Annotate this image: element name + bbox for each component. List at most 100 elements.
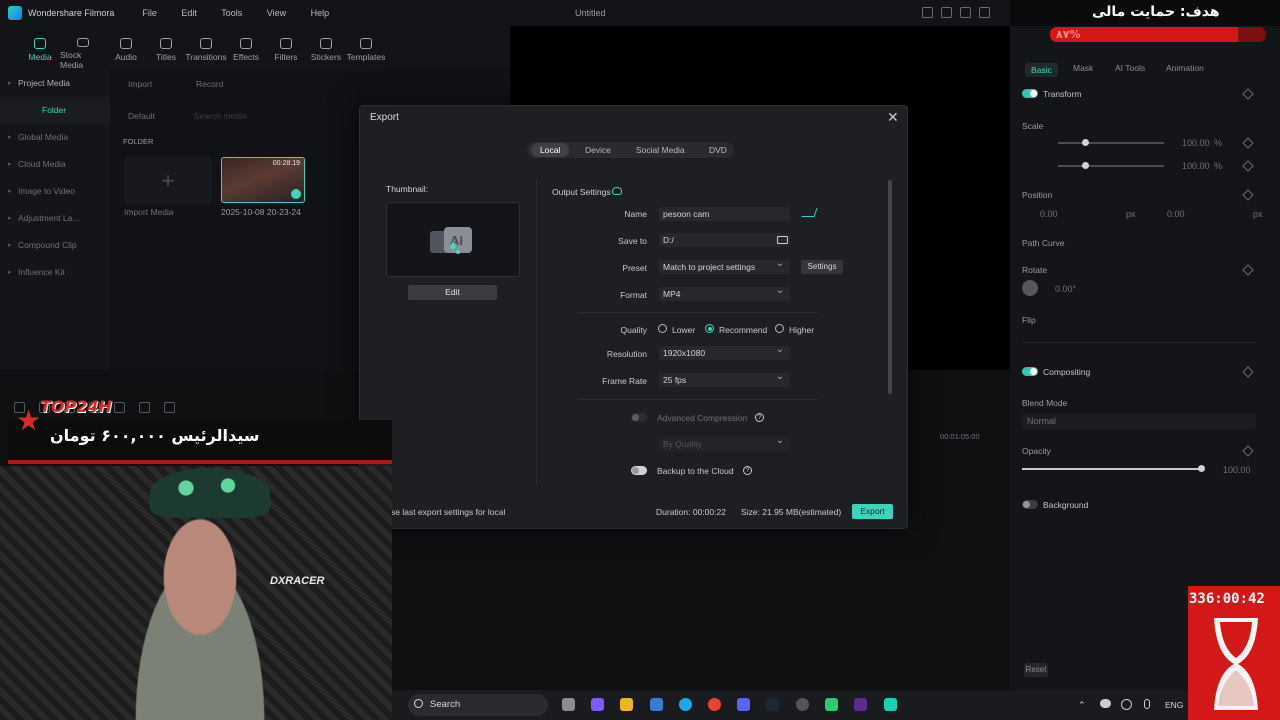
scale-x-slider[interactable] [1058, 142, 1164, 144]
import-media-tile[interactable]: + [124, 157, 212, 204]
tool-templates[interactable]: Templates [346, 26, 386, 70]
help-icon[interactable]: ? [743, 466, 752, 475]
import-button[interactable]: Import [128, 79, 152, 89]
tool-titles[interactable]: Titles [146, 26, 186, 70]
cloud-icon[interactable] [941, 7, 952, 18]
tool-stock-media[interactable]: Stock Media [60, 26, 106, 70]
tool-filters[interactable]: Filters [266, 26, 306, 70]
record-button[interactable]: Record [196, 79, 223, 89]
sidebar-item-global-media[interactable]: Global Media [0, 124, 110, 151]
frame-rate-dropdown[interactable]: 25 fps [659, 370, 790, 387]
scale-x-knob[interactable] [1082, 139, 1089, 146]
resolution-dropdown[interactable]: 1920x1080 [659, 343, 790, 360]
app-icon[interactable] [825, 698, 838, 711]
tab-local[interactable]: Local [531, 143, 570, 157]
folder-icon[interactable] [777, 236, 788, 244]
sidebar-item-cloud-media[interactable]: Cloud Media [0, 151, 110, 178]
position-y-value[interactable]: 0.00 [1167, 209, 1185, 219]
scale-y-knob[interactable] [1082, 162, 1089, 169]
discord-icon[interactable] [737, 698, 750, 711]
tab-basic[interactable]: Basic [1025, 63, 1058, 77]
filmora-taskbar-icon[interactable] [884, 698, 897, 711]
format-dropdown[interactable]: MP4 [659, 284, 790, 301]
flip-buttons[interactable] [1022, 329, 1256, 343]
tool-effects[interactable]: Effects [226, 26, 266, 70]
chevron-up-icon[interactable]: ⌃ [1078, 700, 1086, 711]
preset-settings-button[interactable]: Settings [801, 260, 843, 274]
blend-mode-dropdown[interactable]: Normal [1022, 414, 1256, 429]
taskbar-search[interactable] [408, 694, 548, 716]
menu-tools[interactable]: Tools [221, 8, 242, 18]
text-icon[interactable] [114, 401, 125, 413]
sidebar-item-influence-kit[interactable]: Influence Kit [0, 259, 110, 286]
save-icon[interactable] [979, 7, 990, 18]
edit-thumbnail-button[interactable]: Edit [408, 285, 497, 300]
tool-media[interactable]: Media [20, 26, 60, 70]
file-explorer-icon[interactable] [620, 698, 633, 711]
name-input[interactable]: pesoon cam [659, 207, 790, 221]
quality-higher-label[interactable]: Higher [789, 325, 814, 335]
opacity-knob[interactable] [1198, 465, 1205, 472]
store-icon[interactable] [650, 698, 663, 711]
chrome-icon[interactable] [708, 698, 721, 711]
rotate-value[interactable]: 0.00° [1055, 284, 1076, 294]
tab-device[interactable]: Device [585, 145, 611, 155]
tab-ai-tools[interactable]: AI Tools [1115, 63, 1145, 73]
tab-dvd[interactable]: DVD [709, 145, 727, 155]
send-icon[interactable] [922, 7, 933, 18]
task-view-icon[interactable] [562, 698, 575, 711]
cloud-tray-icon[interactable] [1100, 699, 1111, 708]
compositing-toggle[interactable] [1022, 367, 1038, 376]
mask-icon[interactable] [164, 401, 175, 413]
quality-recommend-radio[interactable] [705, 324, 714, 333]
menu-file[interactable]: File [142, 8, 157, 18]
quality-recommend-label[interactable]: Recommend [719, 325, 767, 335]
quality-higher-radio[interactable] [775, 324, 784, 333]
save-to-input[interactable]: D:/ [659, 233, 790, 247]
preset-dropdown[interactable]: Match to project settings [659, 257, 790, 274]
export-button[interactable]: Export [852, 504, 893, 519]
quality-lower-radio[interactable] [658, 324, 667, 333]
steam-icon[interactable] [766, 698, 779, 711]
scale-y-slider[interactable] [1058, 165, 1164, 167]
tab-mask[interactable]: Mask [1073, 63, 1093, 73]
sort-dropdown[interactable]: Default [128, 111, 155, 121]
tool-audio[interactable]: Audio [106, 26, 146, 70]
video-clip-thumbnail[interactable]: 00:28:19 [221, 157, 305, 203]
tool-transitions[interactable]: Transitions [185, 26, 227, 70]
sidebar-item-image-to-video[interactable]: Image to Video [0, 178, 110, 205]
close-icon[interactable]: ✕ [887, 110, 899, 124]
help-icon[interactable]: ? [755, 413, 764, 422]
position-x-value[interactable]: 0.00 [1040, 209, 1058, 219]
language-indicator[interactable]: ENG [1165, 700, 1183, 710]
scale-x-value[interactable]: 100.00 [1182, 138, 1210, 148]
sidebar-item-adjustment-layer[interactable]: Adjustment La... [0, 205, 110, 232]
media-search-input[interactable]: Search media [194, 111, 246, 121]
sidebar-item-project-media[interactable]: Project Media [0, 70, 110, 97]
tool-stickers[interactable]: Stickers [306, 26, 346, 70]
reset-button[interactable]: Reset [1024, 663, 1048, 677]
opacity-value[interactable]: 100.00 [1223, 465, 1251, 475]
rotate-dial[interactable] [1022, 280, 1038, 296]
transform-toggle[interactable] [1022, 89, 1038, 98]
network-icon[interactable] [1121, 699, 1132, 710]
quality-lower-label[interactable]: Lower [672, 325, 695, 335]
menu-view[interactable]: View [267, 8, 286, 18]
scale-y-value[interactable]: 100.00 [1182, 161, 1210, 171]
background-toggle[interactable] [1022, 500, 1038, 509]
use-last-settings-label[interactable]: se last export settings for local [391, 507, 505, 517]
advanced-compression-toggle[interactable] [631, 413, 647, 422]
tab-animation[interactable]: Animation [1166, 63, 1204, 73]
menu-help[interactable]: Help [311, 8, 330, 18]
sidebar-item-folder[interactable]: Folder [0, 97, 110, 124]
obs-icon[interactable] [796, 698, 809, 711]
edge-icon[interactable] [679, 698, 692, 711]
monitor-icon[interactable] [960, 7, 971, 18]
backup-cloud-toggle[interactable] [631, 466, 647, 475]
dialog-scrollbar[interactable] [888, 180, 892, 394]
menu-edit[interactable]: Edit [181, 8, 197, 18]
microphone-icon[interactable] [1144, 699, 1150, 709]
visual-studio-icon[interactable] [854, 698, 867, 711]
speed-icon[interactable] [139, 401, 150, 413]
copilot-icon[interactable] [591, 698, 604, 711]
